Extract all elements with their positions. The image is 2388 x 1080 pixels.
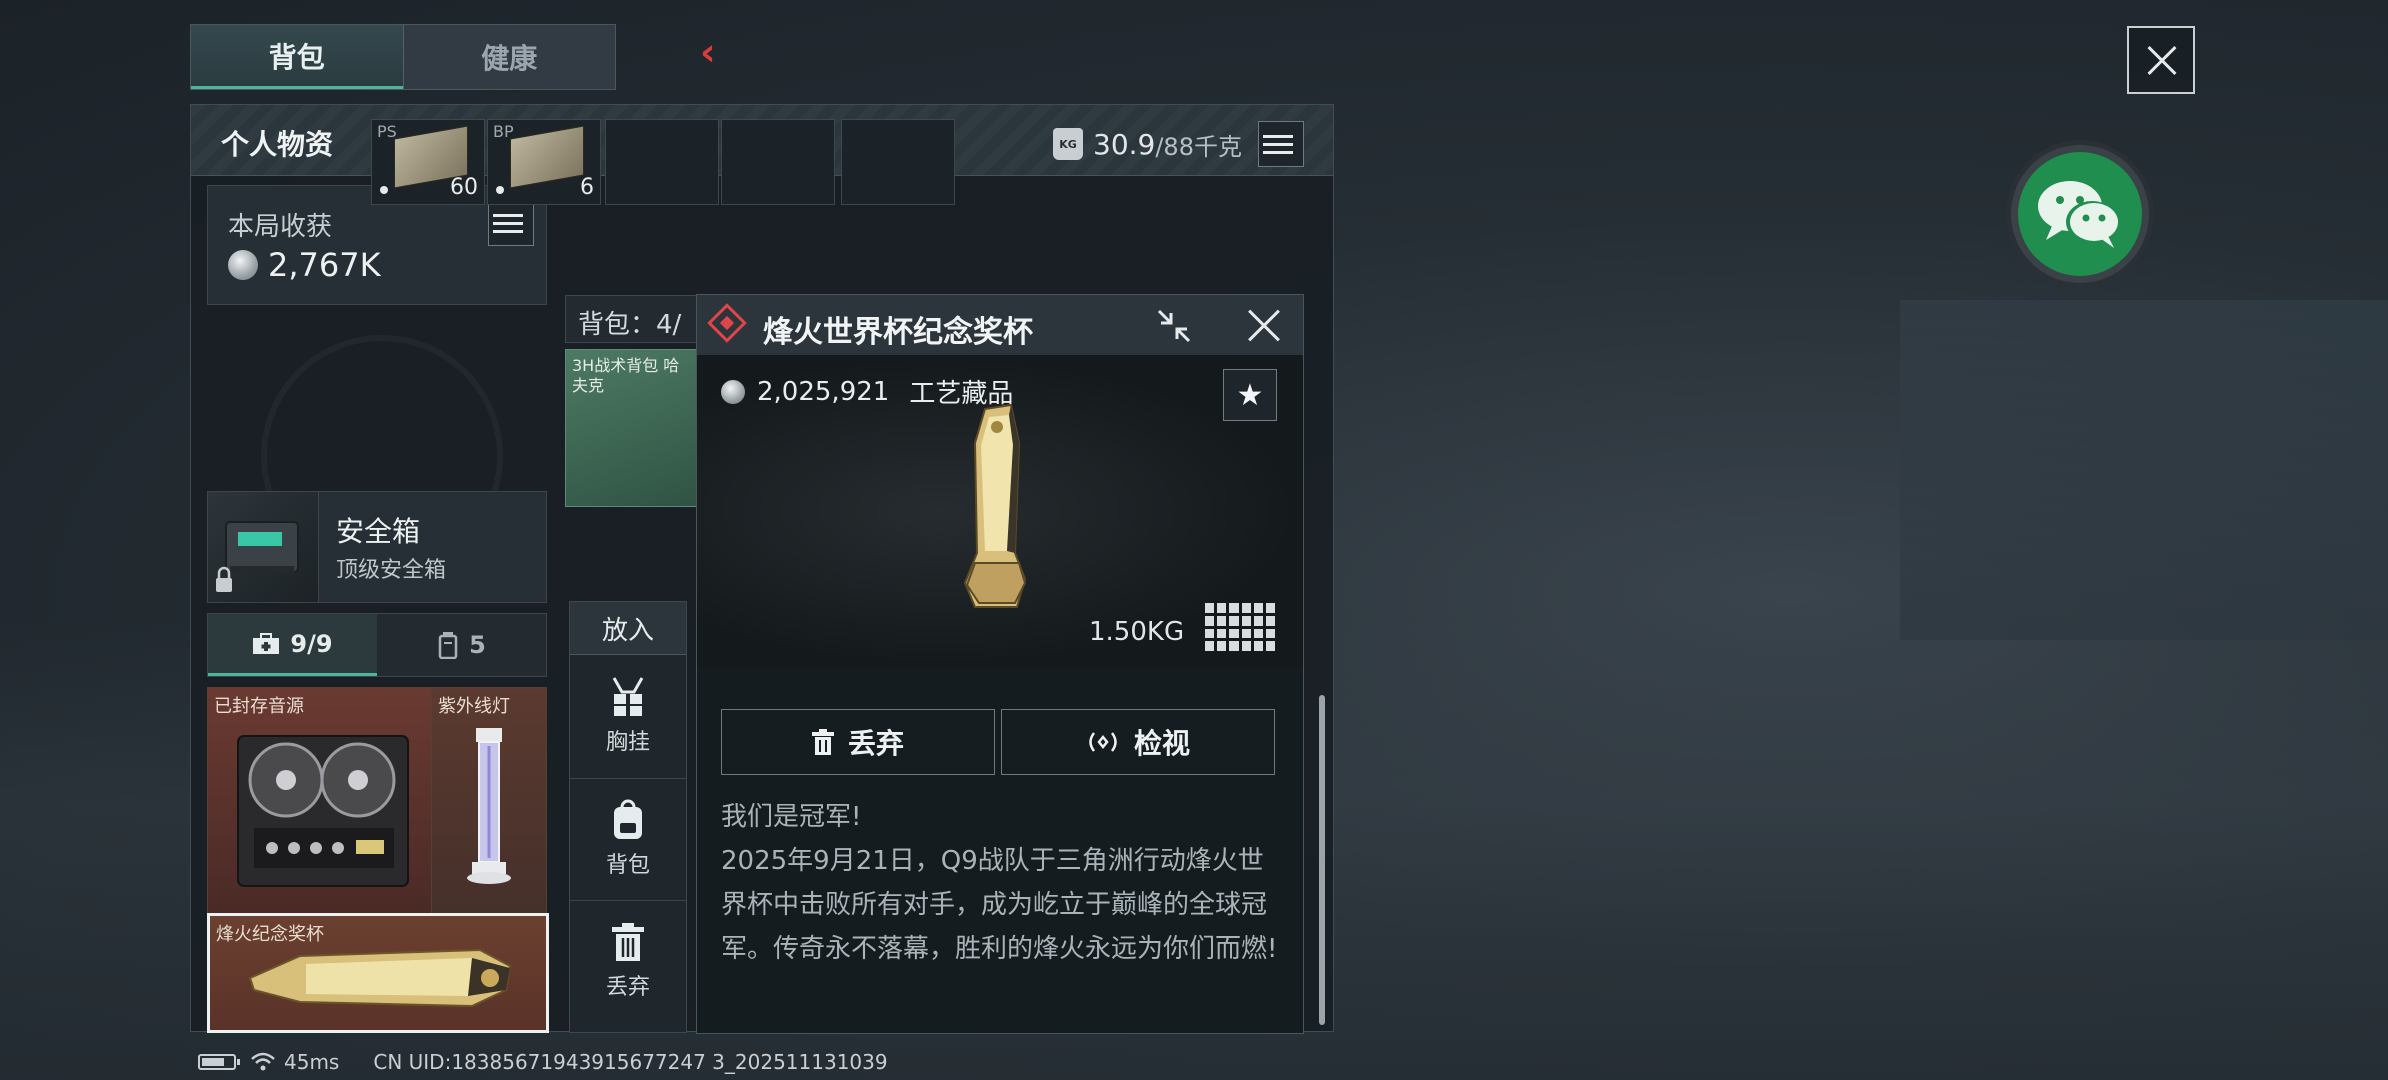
- put-in-header: 放入: [570, 602, 686, 655]
- popup-header: 烽火世界杯纪念奖杯: [697, 295, 1303, 356]
- list-icon: [499, 213, 523, 217]
- item-size-grid-icon: [1205, 603, 1275, 651]
- panel-menu-button[interactable]: [1257, 121, 1304, 167]
- item-uv-lamp[interactable]: 紫外线灯: [431, 687, 547, 915]
- reel-recorder-image: [237, 735, 409, 887]
- earnings-value: 2,767K: [228, 246, 381, 284]
- coin-icon: [228, 250, 258, 280]
- item-label: 烽火纪念奖杯: [216, 924, 324, 945]
- description-headline: 我们是冠军!: [721, 802, 862, 832]
- close-inventory-button[interactable]: [2127, 26, 2195, 94]
- popup-title: 烽火世界杯纪念奖杯: [763, 315, 1033, 350]
- safebox-slot[interactable]: 安全箱 顶级安全箱: [207, 491, 547, 603]
- empty-slot[interactable]: [605, 119, 719, 205]
- ammo-count: 60: [450, 175, 478, 200]
- backpack-item-label: 3H战术背包 哈夫克: [572, 356, 680, 395]
- favorite-star-button[interactable]: ★: [1223, 369, 1277, 421]
- item-weight: 1.50KG: [1089, 617, 1185, 647]
- backpack-capacity-label: 背包：4/: [578, 310, 682, 340]
- secure-container-count: 9/9: [290, 629, 333, 658]
- safebox-subtitle: 顶级安全箱: [336, 558, 447, 583]
- drop-label: 丢弃: [847, 727, 904, 760]
- ammo-dot: [380, 186, 388, 194]
- ammo-slot-bp[interactable]: BP 6: [487, 119, 601, 205]
- ammo-count: 6: [580, 175, 594, 200]
- ammo-box-image: [510, 125, 584, 189]
- tab-health[interactable]: 健康: [402, 25, 616, 89]
- chest-rig-label: 胸挂: [605, 730, 650, 755]
- tab-canister[interactable]: 5: [377, 614, 546, 676]
- weight-max: /88千克: [1155, 132, 1242, 161]
- backpack-icon: [614, 799, 642, 839]
- item-sealed-audio-source[interactable]: 已封存音源: [207, 687, 433, 915]
- weight-current: 30.9: [1093, 127, 1156, 161]
- ping-value: 45ms: [284, 1050, 340, 1074]
- coin-icon: [721, 379, 745, 404]
- backpack-item-3h[interactable]: 3H战术背包 哈夫克: [565, 349, 703, 507]
- backpack-capacity: 背包：4/: [565, 295, 703, 343]
- earnings-amount: 2,767K: [268, 246, 381, 284]
- wechat-share-button[interactable]: [2018, 152, 2142, 276]
- earnings-detail-button[interactable]: [488, 200, 534, 246]
- popup-close-button[interactable]: [1243, 305, 1283, 345]
- inventory-scrollbar[interactable]: [1319, 695, 1325, 1025]
- container-tabs: 9/9 5: [207, 613, 547, 677]
- description-body: 2025年9月21日，Q9战队于三角洲行动烽火世界杯中击败所有对手，成为屹立于巅…: [721, 846, 1278, 964]
- minimize-icon[interactable]: [1155, 307, 1193, 345]
- move-to-menu: 放入 胸挂 背包 丢弃: [569, 601, 687, 1033]
- item-preview: 2,025,921 工艺藏品 ★ 1.50KG: [697, 355, 1303, 667]
- ammo-slot-ps[interactable]: PS 60: [371, 119, 485, 205]
- move-to-backpack-button[interactable]: 背包: [570, 778, 686, 899]
- backpack-option-label: 背包: [605, 853, 650, 878]
- item-description: 我们是冠军! 2025年9月21日，Q9战队于三角洲行动烽火世界杯中击败所有对手…: [721, 795, 1281, 971]
- panel-title: 个人物资: [221, 128, 334, 161]
- inspect-icon: [1089, 732, 1117, 752]
- weight-icon: KG: [1053, 128, 1083, 160]
- move-to-chest-rig-button[interactable]: 胸挂: [570, 656, 686, 776]
- tab-bar: 背包 健康: [190, 24, 616, 90]
- inspect-item-button[interactable]: 检视: [1001, 709, 1275, 775]
- safebox-image: [208, 492, 319, 602]
- medkit-icon: [253, 632, 280, 654]
- star-icon: ★: [1236, 377, 1264, 413]
- item-label: 紫外线灯: [438, 696, 510, 717]
- item-detail-popup: 烽火世界杯纪念奖杯 2,025,921 工艺藏品 ★ 1.50KG 丢弃 检视 …: [696, 294, 1304, 1034]
- canister-icon: [438, 632, 458, 659]
- collapse-arrow-icon[interactable]: ‹: [700, 30, 716, 74]
- trash-icon: [612, 923, 644, 961]
- background-building: [1900, 300, 2388, 640]
- chest-rig-icon: [612, 677, 644, 716]
- tab-secure-container[interactable]: 9/9: [208, 614, 377, 676]
- wifi-icon: [251, 1052, 275, 1071]
- discard-label: 丢弃: [605, 975, 650, 1000]
- item-beacon-trophy[interactable]: 烽火纪念奖杯: [207, 913, 549, 1033]
- price-value: 2,025,921: [757, 376, 890, 407]
- canister-count: 5: [469, 631, 486, 659]
- battery-icon: [198, 1054, 240, 1070]
- earnings-label: 本局收获: [228, 212, 333, 242]
- safebox-title: 安全箱: [336, 515, 421, 548]
- weight-indicator: KG 30.9/88千克: [1053, 121, 1304, 167]
- trash-icon: [811, 729, 834, 755]
- item-label: 已封存音源: [214, 696, 304, 717]
- drop-item-button[interactable]: 丢弃: [721, 709, 995, 775]
- inspect-label: 检视: [1133, 727, 1190, 760]
- trophy-model: [963, 403, 1027, 608]
- status-bar: 45ms CN UID:18385671943915677247 3_20251…: [198, 1050, 888, 1074]
- discard-button[interactable]: 丢弃: [570, 900, 686, 1021]
- rarity-diamond-icon: [707, 303, 747, 343]
- tab-backpack[interactable]: 背包: [191, 25, 403, 89]
- empty-slot[interactable]: [841, 119, 955, 205]
- list-icon: [1268, 134, 1293, 138]
- ammo-dot: [496, 186, 504, 194]
- empty-slot[interactable]: [721, 119, 835, 205]
- wechat-icon: [2038, 181, 2118, 248]
- uv-lamp-image: [467, 728, 511, 884]
- player-uid: CN UID:18385671943915677247 3_2025111310…: [373, 1050, 888, 1074]
